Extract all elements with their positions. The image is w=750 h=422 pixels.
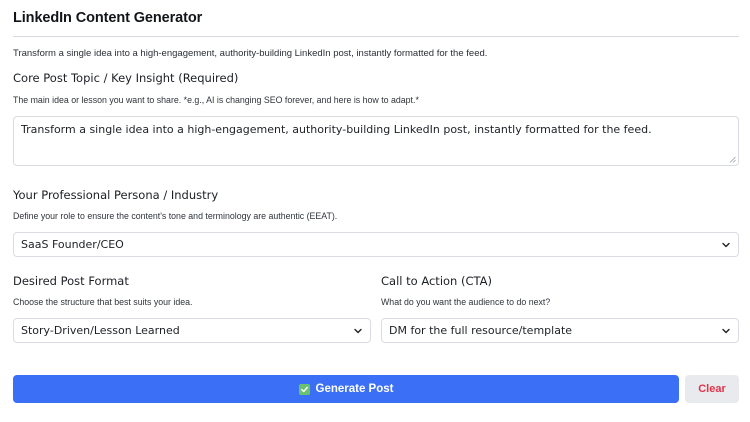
- chevron-down-icon: [722, 328, 730, 333]
- cta-help: What do you want the audience to do next…: [381, 297, 551, 307]
- topic-textarea[interactable]: Transform a single idea into a high-enga…: [13, 116, 739, 166]
- persona-select[interactable]: SaaS Founder/CEO: [13, 232, 739, 257]
- generate-post-button[interactable]: Generate Post: [13, 375, 679, 403]
- persona-label: Your Professional Persona / Industry: [13, 188, 219, 202]
- generate-post-label: Generate Post: [315, 383, 394, 395]
- persona-help: Define your role to ensure the content's…: [13, 211, 338, 221]
- chevron-down-icon: [354, 328, 362, 333]
- cta-label: Call to Action (CTA): [381, 274, 492, 288]
- format-help: Choose the structure that best suits you…: [13, 297, 193, 307]
- format-selected: Story-Driven/Lesson Learned: [21, 324, 180, 337]
- topic-help: The main idea or lesson you want to shar…: [13, 95, 419, 105]
- page-subtitle: Transform a single idea into a high-enga…: [13, 48, 488, 59]
- chevron-down-icon: [722, 242, 730, 247]
- title-divider: [13, 36, 739, 37]
- format-label: Desired Post Format: [13, 274, 129, 288]
- persona-selected: SaaS Founder/CEO: [21, 238, 124, 251]
- page-title: LinkedIn Content Generator: [13, 10, 203, 26]
- cta-selected: DM for the full resource/template: [389, 324, 573, 337]
- clear-label: Clear: [698, 383, 726, 395]
- check-icon: [298, 383, 310, 395]
- topic-label: Core Post Topic / Key Insight (Required): [13, 71, 239, 85]
- resize-grip-icon[interactable]: [729, 156, 736, 163]
- format-select[interactable]: Story-Driven/Lesson Learned: [13, 318, 371, 343]
- cta-select[interactable]: DM for the full resource/template: [381, 318, 739, 343]
- clear-button[interactable]: Clear: [685, 375, 739, 403]
- topic-value: Transform a single idea into a high-enga…: [21, 123, 652, 136]
